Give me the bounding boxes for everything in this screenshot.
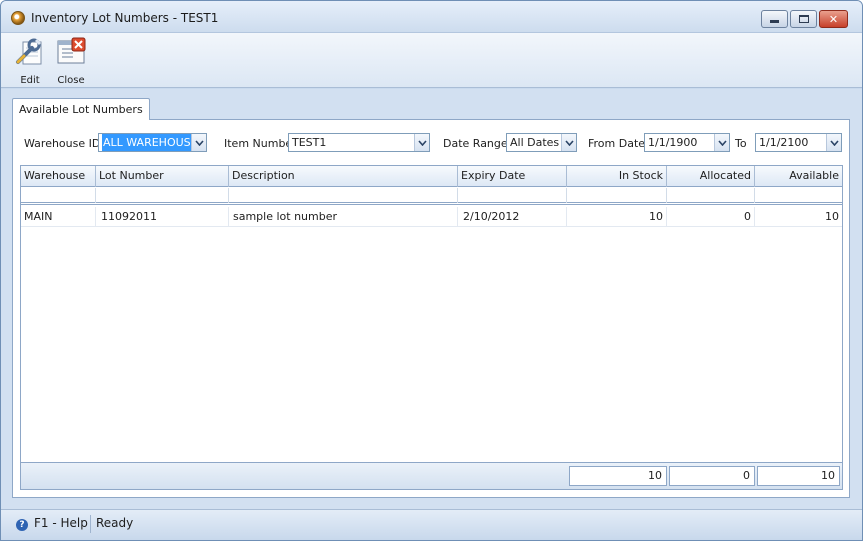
item-number-value: TEST1 xyxy=(292,136,327,149)
column-header-available[interactable]: Available xyxy=(755,166,842,187)
from-date-value: 1/1/1900 xyxy=(648,136,698,149)
cell-in-stock: 10 xyxy=(567,207,667,227)
cell-available: 10 xyxy=(825,210,839,223)
window-title: Inventory Lot Numbers - TEST1 xyxy=(31,11,219,25)
chevron-down-icon[interactable] xyxy=(561,134,576,151)
tab-available-lot-numbers[interactable]: Available Lot Numbers xyxy=(12,98,150,120)
table-row[interactable]: MAIN 11092011 sample lot number 2/10/201… xyxy=(21,207,842,227)
column-header-expiry-date[interactable]: Expiry Date xyxy=(458,166,567,187)
help-icon[interactable]: ? xyxy=(16,519,28,531)
help-status[interactable]: F1 - Help xyxy=(34,516,88,530)
from-date-label: From Date xyxy=(588,137,646,150)
chevron-down-icon[interactable] xyxy=(191,134,206,151)
item-number-select[interactable]: TEST1 xyxy=(288,133,430,152)
status-divider xyxy=(90,515,91,533)
chevron-down-icon[interactable] xyxy=(826,134,841,151)
cell-warehouse: MAIN xyxy=(21,207,96,227)
filter-cell-in-stock[interactable] xyxy=(567,188,667,203)
date-range-select[interactable]: All Dates xyxy=(506,133,577,152)
grid-totals-row: 10 0 10 xyxy=(21,462,842,489)
to-date-value: 1/1/2100 xyxy=(759,136,809,149)
item-number-label: Item Number xyxy=(224,137,297,150)
date-range-value: All Dates xyxy=(510,136,560,149)
close-label: Close xyxy=(57,75,85,86)
cell-expiry-date: 2/10/2012 xyxy=(458,207,567,227)
main-window: Inventory Lot Numbers - TEST1 ✕ Edit Clo… xyxy=(0,0,863,541)
total-in-stock: 10 xyxy=(569,466,667,486)
to-date-label: To xyxy=(735,137,747,150)
column-header-warehouse[interactable]: Warehouse xyxy=(21,166,96,187)
date-range-label: Date Range xyxy=(443,137,508,150)
to-date-picker[interactable]: 1/1/2100 xyxy=(755,133,842,152)
warehouse-id-select[interactable]: ALL WAREHOUSES xyxy=(98,133,207,152)
cell-description: sample lot number xyxy=(229,207,458,227)
grid-filter-row[interactable] xyxy=(21,188,842,205)
total-available: 10 xyxy=(757,466,840,486)
close-button[interactable]: Close xyxy=(51,36,91,86)
close-form-icon xyxy=(55,36,87,68)
app-icon[interactable] xyxy=(11,11,25,25)
filter-cell-expiry-date[interactable] xyxy=(458,188,567,203)
edit-wrench-icon xyxy=(14,36,46,68)
minimize-icon xyxy=(770,20,779,23)
maximize-icon xyxy=(798,15,809,23)
filter-cell-description[interactable] xyxy=(229,188,458,203)
edit-label: Edit xyxy=(20,75,40,86)
column-header-lot-number[interactable]: Lot Number xyxy=(96,166,229,187)
column-header-in-stock[interactable]: In Stock xyxy=(567,166,667,187)
grid-header: Warehouse Lot Number Description Expiry … xyxy=(21,166,842,187)
from-date-picker[interactable]: 1/1/1900 xyxy=(644,133,730,152)
edit-button[interactable]: Edit xyxy=(10,36,50,86)
toolbar: Edit Close xyxy=(1,33,862,88)
close-icon: ✕ xyxy=(828,12,839,26)
filter-cell-lot-number[interactable] xyxy=(96,188,229,203)
filter-cell-allocated[interactable] xyxy=(667,188,755,203)
window-close-button[interactable]: ✕ xyxy=(819,10,848,28)
ready-status: Ready xyxy=(96,516,134,530)
minimize-button[interactable] xyxy=(761,10,788,28)
column-header-description[interactable]: Description xyxy=(229,166,458,187)
status-bar: ? F1 - Help Ready xyxy=(1,509,862,540)
title-bar[interactable]: Inventory Lot Numbers - TEST1 ✕ xyxy=(1,1,862,33)
filter-cell-warehouse[interactable] xyxy=(21,188,96,203)
chevron-down-icon[interactable] xyxy=(414,134,429,151)
cell-lot-number: 11092011 xyxy=(96,207,229,227)
column-header-allocated[interactable]: Allocated xyxy=(667,166,755,187)
chevron-down-icon[interactable] xyxy=(714,134,729,151)
cell-allocated: 0 xyxy=(667,207,755,227)
total-allocated: 0 xyxy=(669,466,755,486)
content-area: Available Lot Numbers Warehouse ID ALL W… xyxy=(1,89,862,509)
tab-panel: Warehouse ID ALL WAREHOUSES Item Number … xyxy=(12,119,850,498)
warehouse-id-label: Warehouse ID xyxy=(24,137,101,150)
lot-numbers-grid: Warehouse Lot Number Description Expiry … xyxy=(20,165,843,490)
maximize-button[interactable] xyxy=(790,10,817,28)
filter-cell-available[interactable] xyxy=(755,188,842,203)
